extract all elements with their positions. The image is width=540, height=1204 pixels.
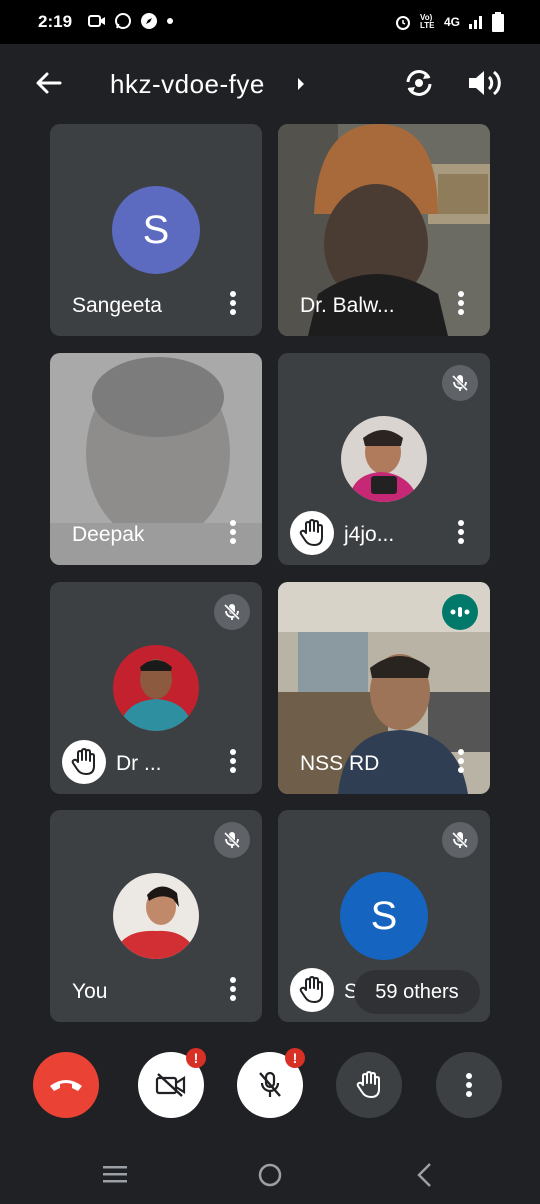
participant-name: Sangeeta bbox=[72, 294, 162, 317]
video-notification-icon bbox=[88, 15, 105, 27]
muted-indicator bbox=[442, 365, 478, 401]
compass-icon bbox=[141, 13, 157, 29]
camera-off-icon bbox=[155, 1073, 186, 1097]
camera-alert-badge: ! bbox=[186, 1048, 206, 1068]
camera-toggle-button[interactable]: ! bbox=[138, 1048, 206, 1118]
avatar bbox=[113, 645, 199, 731]
more-options-icon[interactable] bbox=[228, 976, 238, 1002]
participant-tile[interactable]: Dr. Balw... bbox=[278, 124, 490, 336]
raised-hand-icon bbox=[299, 519, 323, 546]
call-controls: ! ! bbox=[0, 1030, 540, 1140]
mic-off-icon bbox=[223, 603, 241, 621]
more-options-icon[interactable] bbox=[456, 290, 466, 316]
caret-right-icon[interactable] bbox=[296, 77, 306, 91]
system-icons: Vo) LTE 4G bbox=[394, 12, 504, 32]
back-arrow-icon[interactable] bbox=[32, 66, 66, 100]
more-options-icon[interactable] bbox=[228, 519, 238, 545]
audio-levels-icon bbox=[450, 607, 470, 617]
recents-icon[interactable] bbox=[102, 1164, 128, 1184]
avatar bbox=[341, 416, 427, 502]
more-vert-icon bbox=[466, 1073, 472, 1097]
whatsapp-icon bbox=[115, 13, 131, 29]
meeting-top-bar: hkz-vdoe-fye bbox=[0, 44, 540, 122]
muted-indicator bbox=[214, 822, 250, 858]
end-call-button[interactable] bbox=[33, 1052, 99, 1118]
avatar: S bbox=[340, 872, 428, 960]
participant-tile[interactable]: j4jo... bbox=[278, 353, 490, 565]
status-bar: 2:19 Vo) LTE 4G bbox=[0, 0, 540, 44]
status-time: 2:19 bbox=[38, 12, 73, 31]
participant-tile[interactable]: Dr ... bbox=[50, 582, 262, 794]
more-options-button[interactable] bbox=[436, 1052, 502, 1118]
others-count-pill[interactable]: 59 others bbox=[354, 970, 480, 1014]
dot-icon bbox=[167, 18, 173, 24]
participant-name: NSS RD bbox=[300, 752, 380, 775]
speaking-indicator bbox=[442, 594, 478, 630]
muted-indicator bbox=[214, 594, 250, 630]
switch-camera-icon[interactable] bbox=[402, 66, 436, 100]
network-type-label: 4G bbox=[443, 15, 460, 29]
raised-hand-indicator bbox=[290, 968, 334, 1012]
avatar bbox=[113, 873, 199, 959]
more-options-icon[interactable] bbox=[456, 748, 466, 774]
meeting-code[interactable]: hkz-vdoe-fye bbox=[110, 69, 265, 100]
raised-hand-indicator bbox=[290, 511, 334, 555]
notification-icons bbox=[88, 12, 174, 30]
participant-tile[interactable]: You bbox=[50, 810, 262, 1022]
signal-icon bbox=[469, 16, 482, 29]
raise-hand-icon bbox=[356, 1071, 380, 1098]
mic-alert-badge: ! bbox=[285, 1048, 305, 1068]
volte-label: Vo) LTE bbox=[419, 13, 435, 30]
participant-tile[interactable]: S Sangeeta bbox=[50, 124, 262, 336]
mic-off-icon bbox=[451, 831, 469, 849]
raise-hand-button[interactable] bbox=[336, 1052, 402, 1118]
raised-hand-icon bbox=[299, 976, 323, 1003]
battery-icon bbox=[492, 12, 504, 32]
hang-up-icon bbox=[50, 1080, 82, 1091]
more-options-icon[interactable] bbox=[456, 519, 466, 545]
participant-tile[interactable]: Deepak bbox=[50, 353, 262, 565]
mic-off-icon bbox=[223, 831, 241, 849]
back-icon[interactable] bbox=[415, 1162, 433, 1188]
participant-name: You bbox=[72, 980, 108, 1003]
home-icon[interactable] bbox=[257, 1162, 283, 1188]
participant-tile[interactable]: NSS RD bbox=[278, 582, 490, 794]
speaker-icon[interactable] bbox=[466, 66, 502, 100]
avatar: S bbox=[112, 186, 200, 274]
mic-off-icon bbox=[259, 1071, 281, 1097]
muted-indicator bbox=[442, 822, 478, 858]
more-options-icon[interactable] bbox=[228, 748, 238, 774]
raised-hand-icon bbox=[71, 748, 95, 775]
more-options-icon[interactable] bbox=[228, 290, 238, 316]
mic-toggle-button[interactable]: ! bbox=[237, 1048, 305, 1118]
mic-off-icon bbox=[451, 374, 469, 392]
raised-hand-indicator bbox=[62, 740, 106, 784]
participant-name: Dr ... bbox=[116, 752, 162, 775]
alarm-icon bbox=[395, 16, 410, 30]
system-nav-bar bbox=[0, 1144, 540, 1204]
participant-name: j4jo... bbox=[344, 523, 395, 546]
participant-name: Deepak bbox=[72, 523, 145, 546]
participant-name: Dr. Balw... bbox=[300, 294, 395, 317]
